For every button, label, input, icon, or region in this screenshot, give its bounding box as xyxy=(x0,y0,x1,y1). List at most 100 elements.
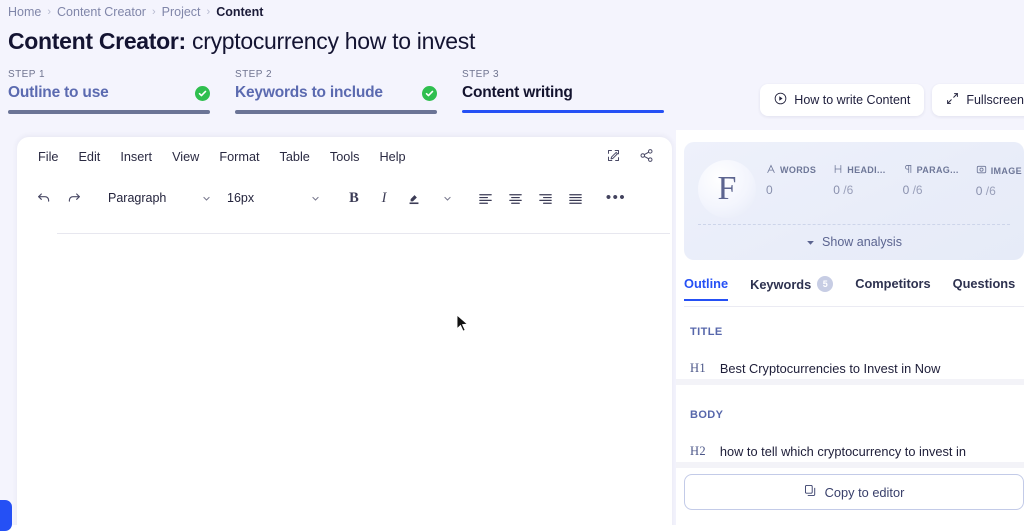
how-to-write-content-button[interactable]: How to write Content xyxy=(760,84,925,116)
breadcrumb-item-content-creator[interactable]: Content Creator xyxy=(57,5,146,19)
fullscreen-label: Fullscreen xyxy=(966,93,1024,107)
outline-row-separator xyxy=(676,379,1024,385)
chevron-down-icon xyxy=(203,196,210,201)
step-2-number: STEP 2 xyxy=(235,69,272,80)
step-1-number: STEP 1 xyxy=(8,69,45,80)
step-2-keywords-to-include[interactable]: STEP 2 Keywords to include xyxy=(235,69,437,114)
step-3-progress-bar xyxy=(462,110,664,113)
metric-images: IMAGE 0 /6 xyxy=(975,164,1022,199)
tab-questions-label: Questions xyxy=(952,276,1016,291)
page-title-lead: Content Creator: xyxy=(8,28,186,54)
metric-images-denominator: /6 xyxy=(985,184,996,198)
metric-words: WORDS 0 xyxy=(766,164,816,198)
toolbar-divider xyxy=(57,233,670,234)
step-2-complete-check-icon xyxy=(422,85,437,101)
step-3-number: STEP 3 xyxy=(462,69,499,80)
editor-toolbar: Paragraph 16px B I ••• xyxy=(17,177,672,219)
italic-button[interactable]: I xyxy=(371,185,397,211)
paragraph-icon xyxy=(903,164,913,176)
step-3-content-writing[interactable]: STEP 3 Content writing xyxy=(462,69,664,114)
metric-headings-value: 0 xyxy=(833,183,840,197)
align-center-icon[interactable] xyxy=(502,185,528,211)
redo-icon[interactable] xyxy=(61,185,87,211)
share-icon[interactable] xyxy=(639,148,654,168)
menu-item-table[interactable]: Table xyxy=(273,146,317,168)
metric-paragraphs-denominator: /6 xyxy=(912,183,923,197)
breadcrumb-separator-icon: › xyxy=(151,6,156,18)
step-1-label: Outline to use xyxy=(8,84,109,101)
text-color-chevron-icon[interactable] xyxy=(431,185,457,211)
more-options-button[interactable]: ••• xyxy=(603,185,629,211)
analysis-side-panel: F WORDS 0 HEADI... 0 /6 PARAG... 0 /6 IM… xyxy=(676,130,1024,531)
breadcrumb-item-home[interactable]: Home xyxy=(8,5,41,19)
play-circle-icon xyxy=(774,92,787,108)
outline-body-section-label: BODY xyxy=(690,409,724,421)
undo-icon[interactable] xyxy=(31,185,57,211)
block-format-select[interactable]: Paragraph xyxy=(102,185,217,211)
step-1-outline-to-use[interactable]: STEP 1 Outline to use xyxy=(8,69,210,114)
block-format-value: Paragraph xyxy=(108,191,167,205)
content-creator-app: Home › Content Creator › Project › Conte… xyxy=(0,0,1024,531)
menu-item-format[interactable]: Format xyxy=(212,146,266,168)
tab-competitors[interactable]: Competitors xyxy=(855,276,930,299)
tab-keywords[interactable]: Keywords 5 xyxy=(750,276,834,300)
content-score-card: F WORDS 0 HEADI... 0 /6 PARAG... 0 /6 IM… xyxy=(684,142,1024,260)
image-icon xyxy=(976,164,987,177)
content-grade-badge: F xyxy=(698,160,756,218)
fullscreen-button[interactable]: Fullscreen xyxy=(932,84,1024,116)
copy-to-editor-button[interactable]: Copy to editor xyxy=(684,474,1024,510)
align-justify-icon[interactable] xyxy=(562,185,588,211)
step-1-complete-check-icon xyxy=(195,85,210,101)
edit-pencil-icon[interactable] xyxy=(606,148,621,168)
metric-paragraphs-value: 0 xyxy=(902,183,910,197)
score-card-divider xyxy=(698,224,1010,225)
menu-item-tools[interactable]: Tools xyxy=(323,146,367,168)
metric-images-label: IMAGE xyxy=(990,165,1022,176)
page-header: Home › Content Creator › Project › Conte… xyxy=(0,0,1024,129)
heading-icon xyxy=(833,164,843,176)
tabs-underline xyxy=(684,305,1024,307)
text-color-icon[interactable] xyxy=(401,185,427,211)
page-title: Content Creator: cryptocurrency how to i… xyxy=(8,28,475,55)
show-analysis-toggle[interactable]: Show analysis xyxy=(684,235,1024,249)
outline-row-tag: H2 xyxy=(690,443,706,458)
mouse-cursor xyxy=(456,314,469,332)
outline-row-tag: H1 xyxy=(690,360,706,375)
breadcrumb-item-project[interactable]: Project xyxy=(162,5,201,19)
tab-keywords-badge: 5 xyxy=(817,276,834,292)
menu-item-file[interactable]: File xyxy=(31,146,65,168)
metric-words-label: WORDS xyxy=(780,165,817,175)
align-left-icon[interactable] xyxy=(472,185,498,211)
outline-row-separator xyxy=(676,462,1024,468)
show-analysis-label: Show analysis xyxy=(822,235,902,249)
expand-icon xyxy=(946,92,959,108)
bottom-strip xyxy=(0,525,1024,531)
step-2-label: Keywords to include xyxy=(235,84,383,101)
step-1-progress-bar xyxy=(8,110,210,114)
align-right-icon[interactable] xyxy=(532,185,558,211)
tab-keywords-label: Keywords xyxy=(750,276,812,292)
breadcrumb: Home › Content Creator › Project › Conte… xyxy=(8,5,263,19)
metric-images-value: 0 xyxy=(975,184,983,198)
editor-canvas[interactable] xyxy=(17,235,672,531)
content-metrics: WORDS 0 HEADI... 0 /6 PARAG... 0 /6 IMAG… xyxy=(766,164,1022,198)
editor-menubar: File Edit Insert View Format Table Tools… xyxy=(17,137,672,177)
tab-competitors-label: Competitors xyxy=(855,276,931,291)
tab-outline[interactable]: Outline xyxy=(684,276,729,301)
menu-item-insert[interactable]: Insert xyxy=(113,146,159,168)
how-to-write-content-label: How to write Content xyxy=(794,93,911,107)
bold-button[interactable]: B xyxy=(341,185,367,211)
step-indicator: STEP 1 Outline to use STEP 2 Keywords to… xyxy=(8,69,664,114)
menu-item-view[interactable]: View xyxy=(165,146,206,168)
tab-questions[interactable]: Questions xyxy=(953,276,1016,299)
chat-support-widget[interactable] xyxy=(0,500,12,531)
font-size-icon xyxy=(766,164,776,176)
content-editor-panel: File Edit Insert View Format Table Tools… xyxy=(17,137,672,531)
step-3-label: Content writing xyxy=(462,84,573,101)
menu-item-help[interactable]: Help xyxy=(373,146,413,168)
menu-item-edit[interactable]: Edit xyxy=(71,146,107,168)
font-size-value: 16px xyxy=(227,191,255,205)
font-size-select[interactable]: 16px xyxy=(221,185,326,211)
outline-row-text: Best Cryptocurrencies to Invest in Now xyxy=(719,360,941,376)
outline-row-text: how to tell which cryptocurrency to inve… xyxy=(719,443,966,459)
